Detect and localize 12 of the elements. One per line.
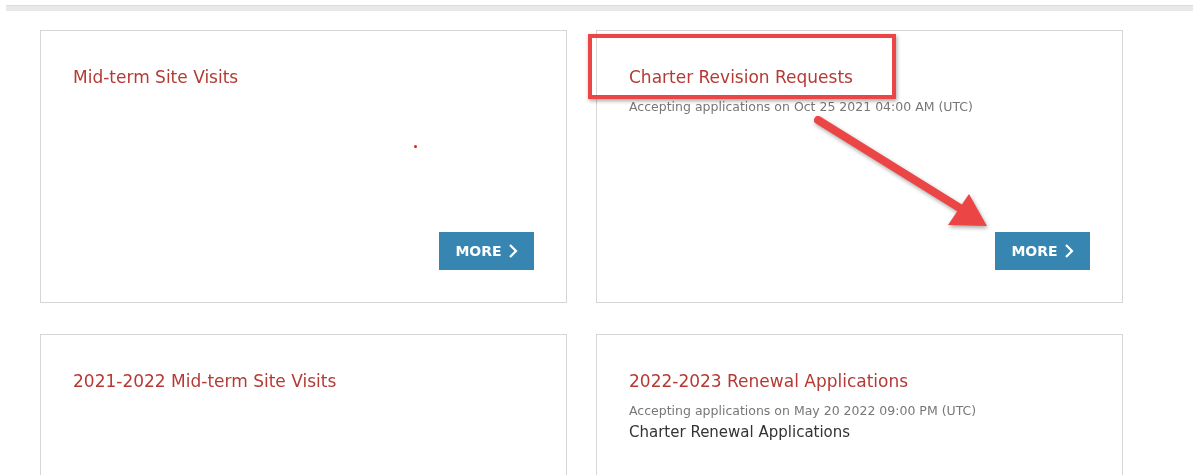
- card-description: Charter Renewal Applications: [629, 423, 852, 441]
- chevron-right-icon: [507, 243, 518, 259]
- stray-dot: [414, 145, 417, 148]
- card-title[interactable]: Mid-term Site Visits: [73, 65, 534, 89]
- card-title[interactable]: 2021-2022 Mid-term Site Visits: [73, 369, 534, 393]
- card-title[interactable]: 2022-2023 Renewal Applications: [629, 369, 1090, 393]
- availability-text: Accepting applications on Oct 25 2021 04:00 AM (UTC): [629, 99, 974, 114]
- chevron-right-icon: [1063, 243, 1074, 259]
- availability-text: Accepting applications on May 20 2022 09:00 PM (UTC): [629, 403, 978, 418]
- more-button[interactable]: MORE: [995, 232, 1090, 270]
- card-title[interactable]: Charter Revision Requests: [629, 65, 1090, 89]
- more-button[interactable]: MORE: [439, 232, 534, 270]
